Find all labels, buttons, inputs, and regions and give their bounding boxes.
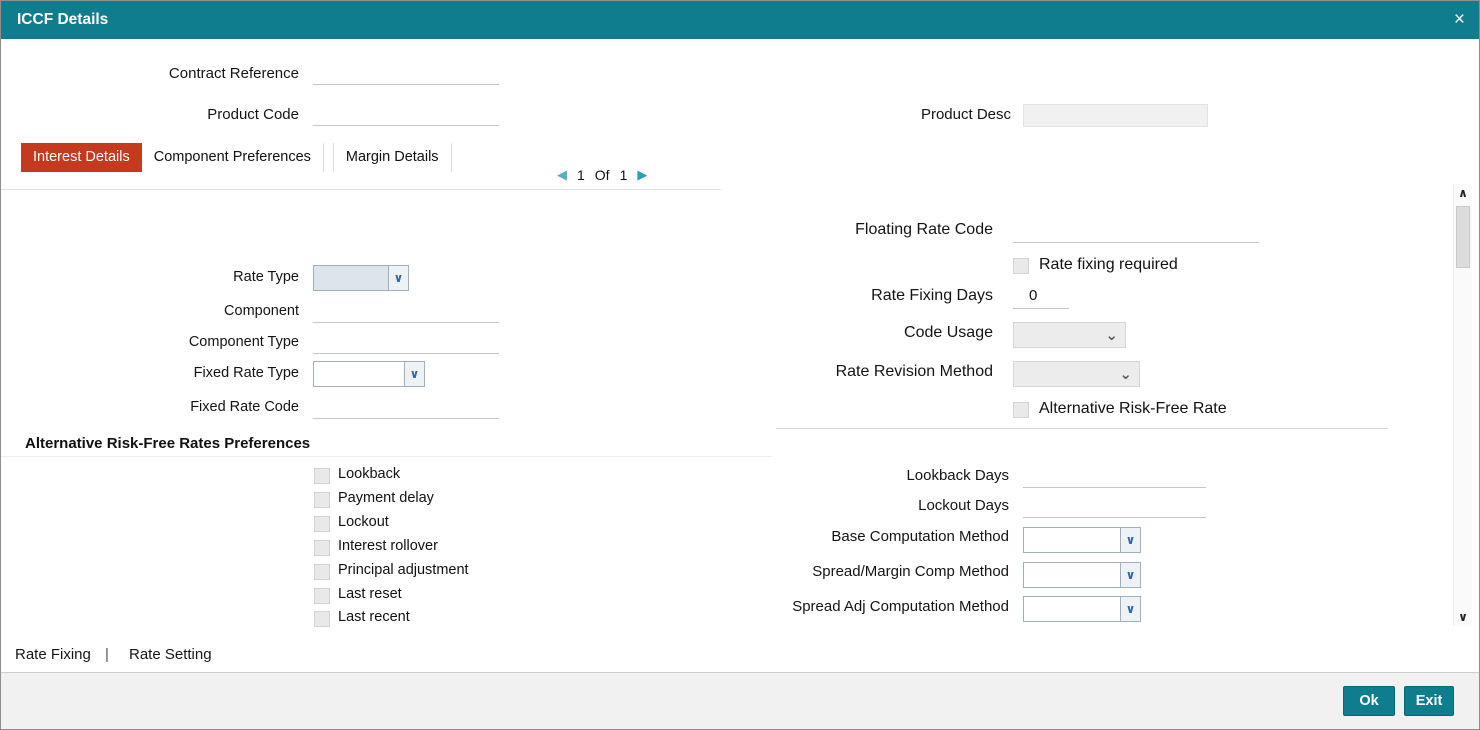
lockout-label: Lockout xyxy=(338,514,389,530)
rate-fixing-required-checkbox[interactable] xyxy=(1013,258,1029,274)
tab-component-preferences[interactable]: Component Preferences xyxy=(141,143,324,172)
rate-fixing-required-label: Rate fixing required xyxy=(1039,256,1178,273)
floating-rate-code-label: Floating Rate Code xyxy=(855,221,993,238)
spread-adj-computation-method-label: Spread Adj Computation Method xyxy=(792,598,1009,615)
last-reset-label: Last reset xyxy=(338,586,402,602)
spread-adj-computation-method-select[interactable] xyxy=(1023,596,1141,622)
tab-margin-details[interactable]: Margin Details xyxy=(332,143,452,172)
dropdown-arrow-icon xyxy=(1120,528,1140,552)
scroll-up-icon[interactable]: ∧ xyxy=(1454,184,1472,202)
fixed-rate-code-input[interactable] xyxy=(313,393,499,419)
interest-rollover-checkbox[interactable] xyxy=(314,540,330,556)
component-type-label: Component Type xyxy=(188,334,299,350)
tab-bar: Interest Details Component Preferences M… xyxy=(21,143,452,172)
alternative-risk-free-rate-checkbox[interactable] xyxy=(1013,402,1029,418)
principal-adjustment-checkbox[interactable] xyxy=(314,564,330,580)
section-divider-left xyxy=(1,456,771,457)
fixed-rate-type-label: Fixed Rate Type xyxy=(193,365,299,381)
spread-margin-comp-method-label: Spread/Margin Comp Method xyxy=(812,563,1009,580)
iccf-details-dialog: ICCF Details × Contract Reference Produc… xyxy=(0,0,1480,730)
rate-type-select[interactable] xyxy=(313,265,409,291)
lockout-days-label: Lockout Days xyxy=(918,497,1009,514)
payment-delay-checkbox[interactable] xyxy=(314,492,330,508)
prev-page-icon[interactable]: ◀ xyxy=(557,167,567,183)
product-desc-input[interactable] xyxy=(1023,104,1208,127)
component-label: Component xyxy=(224,303,299,319)
product-desc-label: Product Desc xyxy=(920,106,1011,123)
rate-setting-link[interactable]: Rate Setting xyxy=(129,646,212,663)
rate-fixing-link[interactable]: Rate Fixing xyxy=(15,646,91,663)
floating-rate-code-input[interactable] xyxy=(1013,217,1259,243)
dialog-title: ICCF Details xyxy=(17,11,109,28)
lookback-checkbox[interactable] xyxy=(314,468,330,484)
current-page: 1 xyxy=(577,167,585,183)
link-separator: | xyxy=(105,646,109,663)
payment-delay-label: Payment delay xyxy=(338,490,434,506)
last-recent-checkbox[interactable] xyxy=(314,611,330,627)
principal-adjustment-label: Principal adjustment xyxy=(338,562,469,578)
page-of-label: Of xyxy=(594,167,610,183)
ok-button[interactable]: Ok xyxy=(1343,686,1395,716)
exit-button[interactable]: Exit xyxy=(1404,686,1454,716)
next-page-icon[interactable]: ▶ xyxy=(637,167,647,183)
footer-bar: Ok Exit xyxy=(1,672,1479,729)
dropdown-arrow-icon xyxy=(1120,597,1140,621)
fixed-rate-type-select[interactable] xyxy=(313,361,425,387)
product-code-label: Product Code xyxy=(207,106,299,123)
lookback-days-label: Lookback Days xyxy=(906,467,1009,484)
tab-interest-details[interactable]: Interest Details xyxy=(21,143,142,172)
fixed-rate-code-label: Fixed Rate Code xyxy=(190,399,299,415)
rate-fixing-days-input[interactable]: 0 xyxy=(1013,283,1069,309)
base-computation-method-label: Base Computation Method xyxy=(831,528,1009,545)
dropdown-arrow-icon xyxy=(1120,563,1140,587)
product-code-input[interactable] xyxy=(313,100,499,126)
dropdown-chevron-icon xyxy=(1105,326,1125,345)
rate-revision-method-select[interactable] xyxy=(1013,361,1140,387)
rate-fixing-days-label: Rate Fixing Days xyxy=(871,287,993,304)
lookback-label: Lookback xyxy=(338,466,401,482)
scrollbar-thumb[interactable] xyxy=(1456,206,1470,268)
rate-revision-method-label: Rate Revision Method xyxy=(835,363,993,380)
spread-margin-comp-method-select[interactable] xyxy=(1023,562,1141,588)
dropdown-chevron-icon xyxy=(1119,365,1139,384)
alternative-risk-free-rate-label: Alternative Risk-Free Rate xyxy=(1039,400,1227,417)
dropdown-arrow-icon xyxy=(388,266,408,290)
code-usage-label: Code Usage xyxy=(904,324,993,341)
close-icon[interactable]: × xyxy=(1454,1,1465,39)
interest-rollover-label: Interest rollover xyxy=(338,538,438,554)
titlebar: ICCF Details × xyxy=(1,1,1479,39)
last-recent-label: Last recent xyxy=(338,609,410,625)
lockout-checkbox[interactable] xyxy=(314,516,330,532)
contract-reference-label: Contract Reference xyxy=(168,65,299,82)
lockout-days-input[interactable] xyxy=(1023,494,1206,518)
last-reset-checkbox[interactable] xyxy=(314,588,330,604)
contract-reference-input[interactable] xyxy=(313,59,499,85)
arfr-preferences-section-title: Alternative Risk-Free Rates Preferences xyxy=(25,435,311,452)
pagination-divider xyxy=(1,189,721,190)
dropdown-arrow-icon xyxy=(404,362,424,386)
lookback-days-input[interactable] xyxy=(1023,464,1206,488)
component-type-input[interactable] xyxy=(313,328,499,354)
base-computation-method-select[interactable] xyxy=(1023,527,1141,553)
scroll-down-icon[interactable]: ∨ xyxy=(1454,608,1472,626)
section-divider-right xyxy=(776,428,1388,429)
total-pages: 1 xyxy=(619,167,628,183)
rate-type-label: Rate Type xyxy=(233,269,299,285)
code-usage-select[interactable] xyxy=(1013,322,1126,348)
pagination: ◀ 1 Of 1 ▶ xyxy=(557,167,647,183)
component-input[interactable] xyxy=(313,297,499,323)
vertical-scrollbar[interactable]: ∧ ∨ xyxy=(1453,184,1472,626)
